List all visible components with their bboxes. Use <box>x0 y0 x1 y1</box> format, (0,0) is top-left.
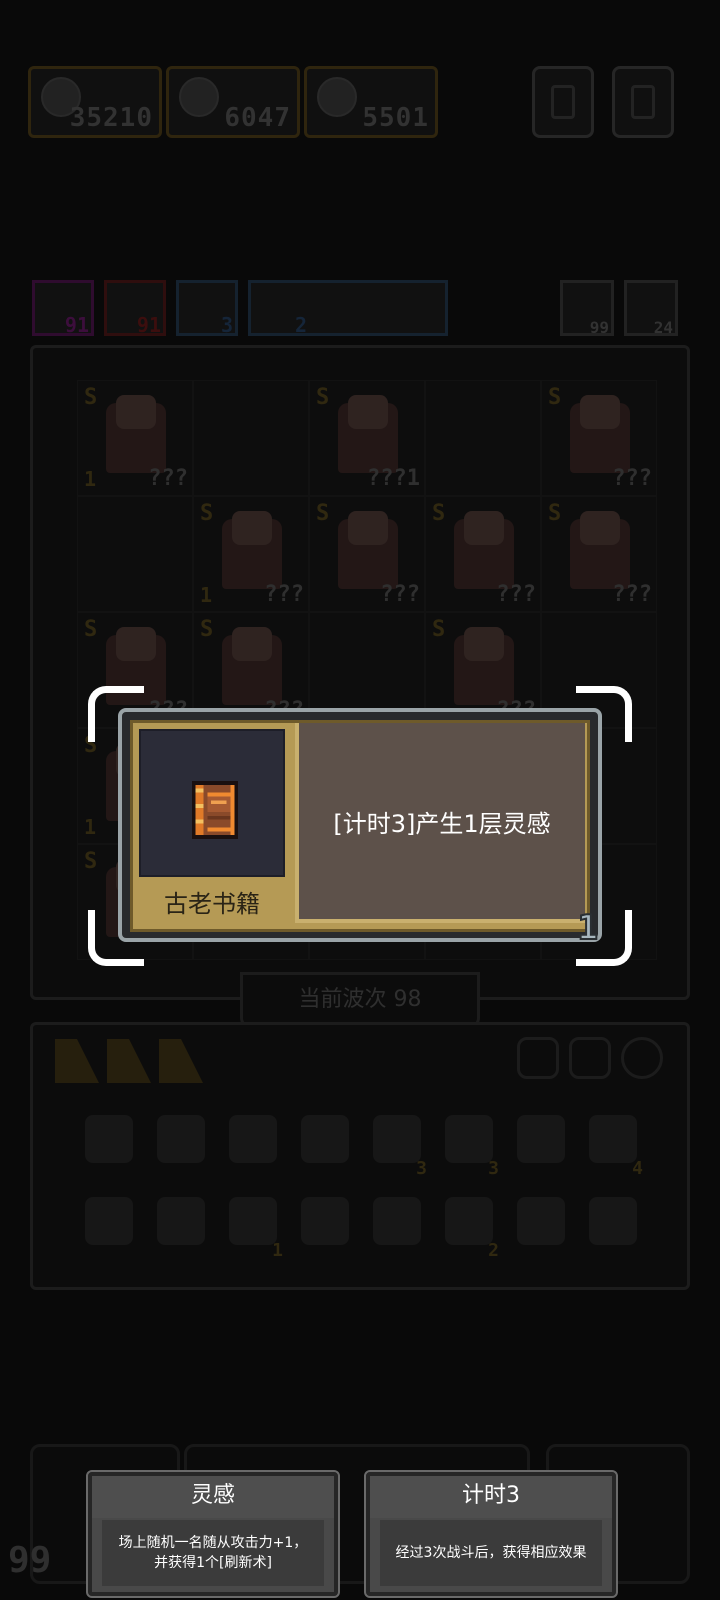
item-description: [计时3]产生1层灵感 <box>333 809 551 838</box>
keyword-tooltip-inspiration: 灵感 场上随机一名随从攻击力+1，并获得1个[刷新术] <box>86 1470 340 1598</box>
item-detail-card[interactable]: 古老书籍 [计时3]产生1层灵感 1 <box>118 708 602 949</box>
item-name: 古老书籍 <box>164 890 260 918</box>
item-count: 1 <box>576 907 599 949</box>
item-icon-frame <box>139 729 285 877</box>
tooltip-body: 场上随机一名随从攻击力+1，并获得1个[刷新术] <box>102 1520 324 1586</box>
ancient-book-icon <box>191 781 239 839</box>
item-description-panel: [计时3]产生1层灵感 <box>295 723 585 923</box>
tooltip-body: 经过3次战斗后，获得相应效果 <box>380 1520 602 1586</box>
tooltip-title: 计时3 <box>370 1476 612 1518</box>
keyword-tooltip-timer: 计时3 经过3次战斗后，获得相应效果 <box>364 1470 618 1598</box>
tooltip-title: 灵感 <box>92 1476 334 1518</box>
item-card-body: 古老书籍 [计时3]产生1层灵感 <box>130 720 590 932</box>
